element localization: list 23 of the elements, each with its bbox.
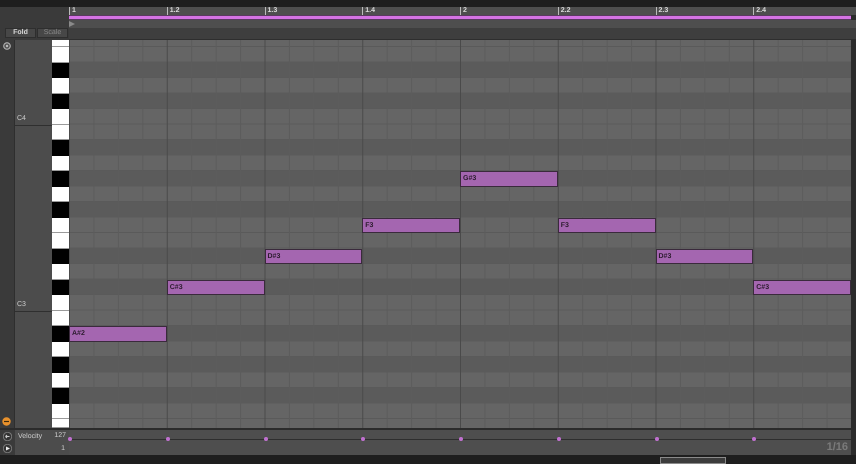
piano-key[interactable] — [52, 280, 69, 295]
piano-key[interactable] — [52, 94, 69, 109]
velocity-handle[interactable] — [68, 437, 72, 441]
velocity-handle[interactable] — [752, 437, 756, 441]
piano-key[interactable] — [52, 342, 69, 357]
piano-key[interactable] — [52, 372, 69, 388]
velocity-handle[interactable] — [361, 437, 366, 441]
velocity-handle[interactable] — [459, 437, 463, 441]
piano-key[interactable] — [52, 156, 69, 171]
velocity-handle[interactable] — [654, 437, 658, 441]
piano-key[interactable] — [52, 62, 69, 78]
piano-key[interactable] — [52, 248, 69, 264]
piano-key[interactable] — [52, 404, 69, 419]
velocity-handle[interactable] — [556, 437, 561, 441]
arrow-icon[interactable] — [3, 432, 12, 441]
velocity-handle[interactable] — [264, 437, 268, 441]
play-icon[interactable] — [3, 444, 12, 453]
loop-bar[interactable] — [69, 15, 851, 20]
scrollbar-thumb[interactable] — [660, 457, 726, 464]
target-icon[interactable] — [3, 42, 11, 50]
piano-key[interactable] — [52, 218, 69, 233]
velocity-handle[interactable] — [166, 437, 170, 441]
piano-key[interactable] — [52, 186, 69, 202]
